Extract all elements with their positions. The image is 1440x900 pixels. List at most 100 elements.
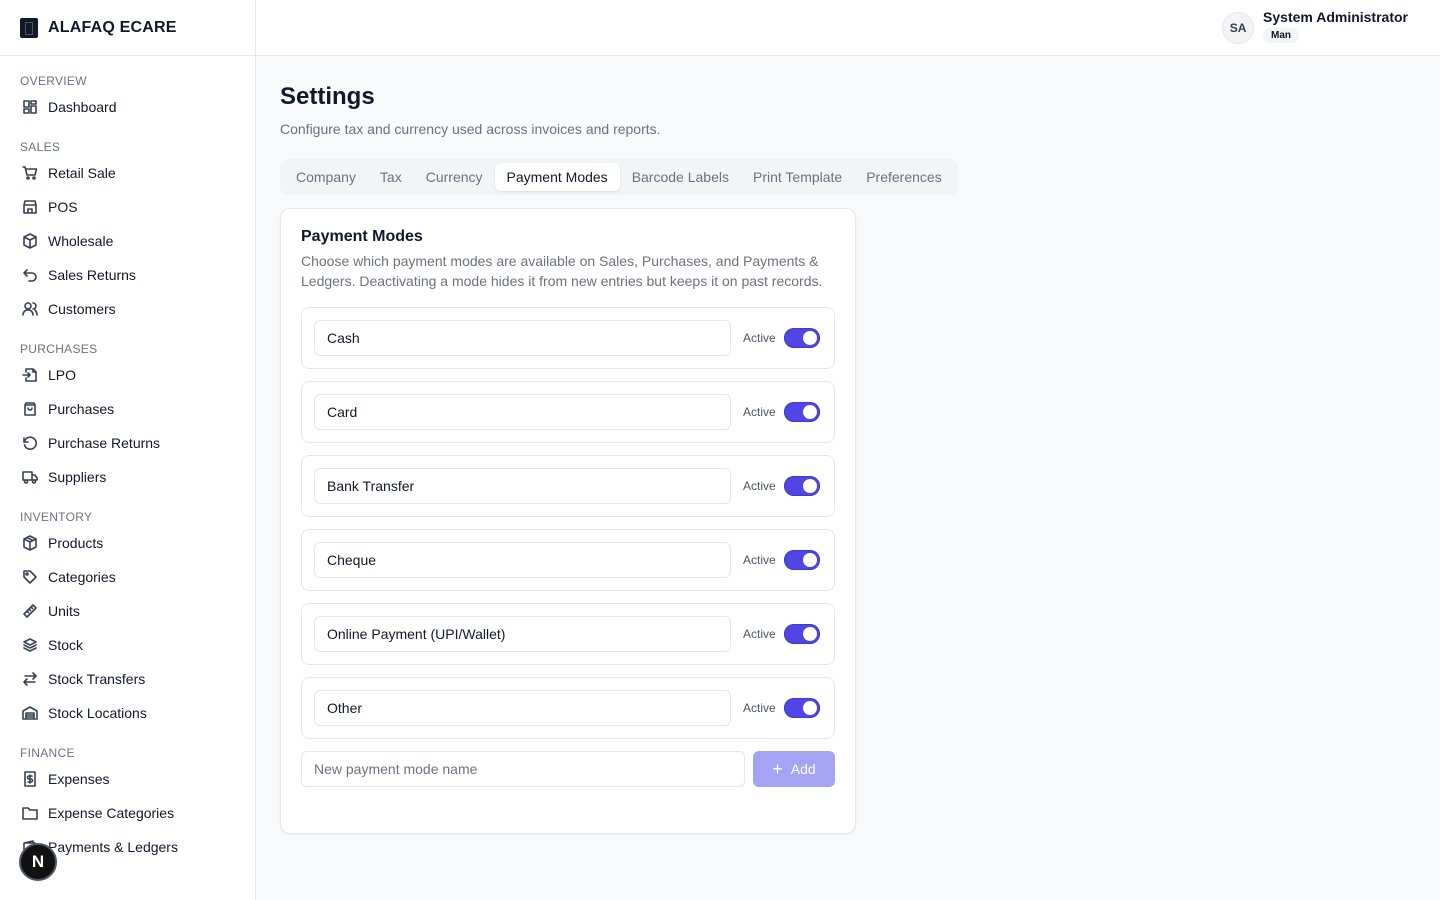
- card-title: Payment Modes: [301, 228, 423, 245]
- store-icon: [22, 199, 38, 215]
- active-toggle[interactable]: [783, 328, 820, 348]
- sidebar-item-label: Suppliers: [48, 469, 107, 485]
- payment-mode-name-input[interactable]: [314, 320, 731, 356]
- truck-icon: [22, 469, 38, 485]
- sidebar-item-stock[interactable]: Stock: [0, 628, 255, 662]
- brand-name: ALAFAQ ECARE: [48, 18, 177, 36]
- rotate-ccw-icon: [22, 435, 38, 451]
- next-dev-badge[interactable]: N: [19, 843, 57, 881]
- sidebar-nav: OVERVIEW Dashboard SALES Retail Sale POS…: [0, 56, 255, 864]
- payment-mode-row: Active: [301, 603, 835, 665]
- payment-mode-row: Active: [301, 455, 835, 517]
- sidebar-item-label: Purchases: [48, 401, 115, 417]
- dashboard-icon: [22, 99, 38, 115]
- warehouse-icon: [22, 705, 38, 721]
- sidebar-item-lpo[interactable]: LPO: [0, 358, 255, 392]
- tab-company[interactable]: Company: [284, 163, 368, 191]
- sidebar-item-label: Customers: [48, 301, 116, 317]
- brand[interactable]: ALAFAQ ECARE: [0, 0, 255, 56]
- sidebar-item-stock-transfers[interactable]: Stock Transfers: [0, 662, 255, 696]
- payment-mode-row: Active: [301, 677, 835, 739]
- active-label: Active: [743, 405, 776, 419]
- sidebar-item-suppliers[interactable]: Suppliers: [0, 460, 255, 494]
- active-toggle[interactable]: [783, 698, 820, 718]
- undo-icon: [22, 267, 38, 283]
- settings-tabs: Company Tax Currency Payment Modes Barco…: [280, 159, 958, 195]
- layers-icon: [22, 637, 38, 653]
- sidebar-item-expense-categories[interactable]: Expense Categories: [0, 796, 255, 830]
- sidebar-item-label: Payments & Ledgers: [48, 839, 178, 855]
- nav-section-sales: SALES: [20, 140, 61, 154]
- sidebar-item-label: POS: [48, 199, 78, 215]
- active-toggle[interactable]: [783, 402, 820, 422]
- page-title: Settings: [280, 83, 375, 110]
- topbar: SA System Administrator Man: [256, 0, 1440, 56]
- sidebar-item-label: LPO: [48, 367, 77, 383]
- active-label: Active: [743, 627, 776, 641]
- sidebar-item-purchase-returns[interactable]: Purchase Returns: [0, 426, 255, 460]
- nav-section-overview: OVERVIEW: [20, 74, 87, 88]
- card-description: Choose which payment modes are available…: [301, 253, 823, 289]
- sidebar-item-label: Expenses: [48, 771, 110, 787]
- add-button-label: Add: [790, 761, 816, 777]
- arrows-left-right-icon: [22, 671, 38, 687]
- add-payment-mode-button[interactable]: + Add: [753, 751, 835, 787]
- payment-mode-row: Active: [301, 529, 835, 591]
- box-icon: [22, 535, 38, 551]
- page-subtitle: Configure tax and currency used across i…: [280, 121, 661, 137]
- sidebar: ALAFAQ ECARE OVERVIEW Dashboard SALES Re…: [0, 0, 256, 900]
- sidebar-item-label: Purchase Returns: [48, 435, 161, 451]
- sidebar-item-stock-locations[interactable]: Stock Locations: [0, 696, 255, 730]
- tab-currency[interactable]: Currency: [414, 163, 495, 191]
- sidebar-item-label: Categories: [48, 569, 116, 585]
- sidebar-item-products[interactable]: Products: [0, 526, 255, 560]
- user-role-badge: Man: [1263, 28, 1300, 43]
- payment-mode-name-input[interactable]: [314, 616, 731, 652]
- sidebar-item-categories[interactable]: Categories: [0, 560, 255, 594]
- sidebar-item-wholesale[interactable]: Wholesale: [0, 224, 255, 258]
- sidebar-item-units[interactable]: Units: [0, 594, 255, 628]
- user-menu[interactable]: SA System Administrator Man: [1222, 9, 1408, 44]
- active-toggle[interactable]: [783, 550, 820, 570]
- tab-payment-modes[interactable]: Payment Modes: [494, 163, 620, 191]
- receipt-icon: [22, 771, 38, 787]
- payment-modes-card: Payment Modes Choose which payment modes…: [280, 208, 856, 834]
- sidebar-item-customers[interactable]: Customers: [0, 292, 255, 326]
- sidebar-item-sales-returns[interactable]: Sales Returns: [0, 258, 255, 292]
- sidebar-item-retail-sale[interactable]: Retail Sale: [0, 156, 255, 190]
- tab-print-template[interactable]: Print Template: [741, 163, 854, 191]
- tab-preferences[interactable]: Preferences: [854, 163, 953, 191]
- new-payment-mode-input[interactable]: [301, 751, 745, 787]
- sidebar-item-pos[interactable]: POS: [0, 190, 255, 224]
- sidebar-item-label: Dashboard: [48, 99, 117, 115]
- active-label: Active: [743, 479, 776, 493]
- payment-mode-name-input[interactable]: [314, 542, 731, 578]
- payment-mode-name-input[interactable]: [314, 394, 731, 430]
- sidebar-item-label: Retail Sale: [48, 165, 116, 181]
- avatar: SA: [1222, 12, 1255, 44]
- payment-mode-name-input[interactable]: [314, 690, 731, 726]
- nav-section-purchases: PURCHASES: [20, 342, 98, 356]
- sidebar-item-label: Stock Transfers: [48, 671, 146, 687]
- sidebar-item-label: Stock Locations: [48, 705, 147, 721]
- sidebar-item-dashboard[interactable]: Dashboard: [0, 90, 255, 124]
- packages-icon: [22, 233, 38, 249]
- tag-icon: [22, 569, 38, 585]
- plus-icon: +: [772, 759, 783, 779]
- nav-section-inventory: INVENTORY: [20, 510, 93, 524]
- sidebar-item-label: Wholesale: [48, 233, 114, 249]
- active-toggle[interactable]: [783, 624, 820, 644]
- sidebar-item-label: Sales Returns: [48, 267, 136, 283]
- active-toggle[interactable]: [783, 476, 820, 496]
- sidebar-item-expenses[interactable]: Expenses: [0, 762, 255, 796]
- folder-icon: [22, 805, 38, 821]
- tab-barcode-labels[interactable]: Barcode Labels: [620, 163, 741, 191]
- sidebar-item-purchases[interactable]: Purchases: [0, 392, 255, 426]
- payment-mode-name-input[interactable]: [314, 468, 731, 504]
- nav-section-finance: FINANCE: [20, 746, 75, 760]
- users-icon: [22, 301, 38, 317]
- payment-mode-row: Active: [301, 307, 835, 369]
- shopping-bag-icon: [22, 401, 38, 417]
- tab-tax[interactable]: Tax: [368, 163, 414, 191]
- sidebar-item-label: Units: [48, 603, 80, 619]
